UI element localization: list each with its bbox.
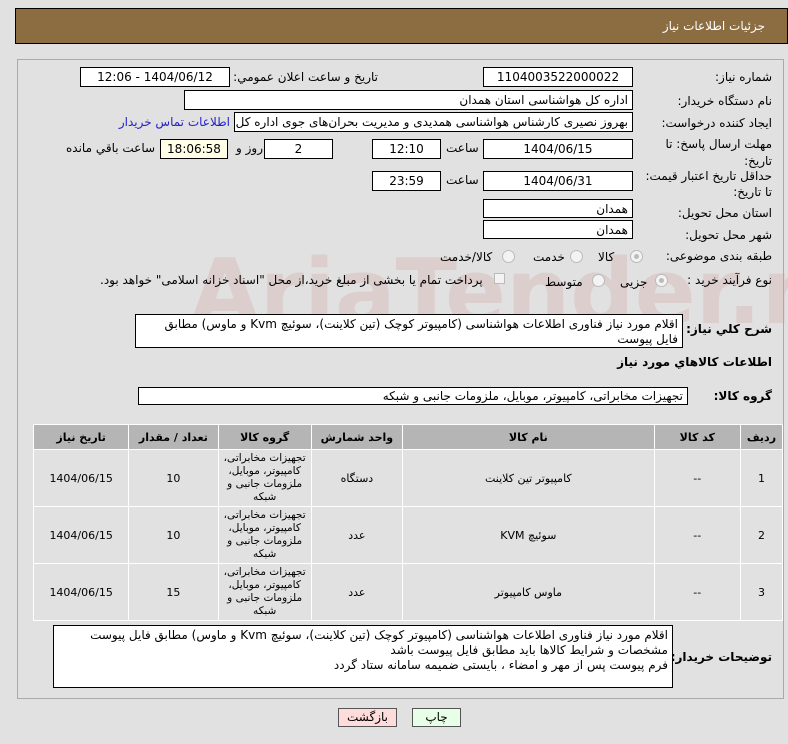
- city-field[interactable]: همدان: [483, 220, 633, 239]
- row-name: سوئیچ KVM: [402, 506, 655, 564]
- province-label: استان محل تحویل:: [677, 206, 772, 220]
- col-index: ردیف: [739, 424, 784, 450]
- page-header: جزئیات اطلاعات نیاز: [15, 8, 788, 44]
- announce-label: تاریخ و ساعت اعلان عمومي:: [233, 70, 378, 84]
- row-index: 3: [739, 563, 784, 621]
- row-date: 1404/06/15: [32, 506, 130, 564]
- category-label: طبقه بندی موضوعی:: [665, 249, 772, 263]
- announce-field[interactable]: 1404/06/12 - 12:06: [80, 67, 230, 87]
- process-label: نوع فرآیند خرید :: [687, 273, 772, 287]
- validity-time-label: ساعت: [446, 173, 479, 187]
- validity-time-field[interactable]: 23:59: [372, 171, 441, 191]
- goods-group-field[interactable]: تجهیزات مخابراتی، کامپیوتر، موبایل، ملزو…: [138, 387, 688, 405]
- table-row: 2 -- سوئیچ KVM عدد تجهیزات مخابراتی، کامپیوت…: [32, 506, 784, 564]
- row-index: 1: [739, 449, 784, 507]
- creator-label: ایجاد کننده درخواست:: [661, 116, 772, 130]
- row-unit: دستگاه: [310, 449, 404, 507]
- notes-line: فرم پیوست پس از مهر و امضاء ، بایستی ضمی…: [333, 658, 668, 672]
- goods-section-title: اطلاعات كالاهاي مورد نياز: [617, 355, 772, 369]
- contact-buyer-link[interactable]: اطلاعات تماس خریدار: [119, 115, 230, 129]
- remaining-time-field: 18:06:58: [160, 139, 228, 159]
- col-name: نام کالا: [402, 424, 655, 450]
- treasury-payment-checkbox[interactable]: [494, 273, 505, 284]
- deadline-label: مهلت ارسال پاسخ: تا تاریخ:: [665, 137, 772, 168]
- col-group: گروه کالا: [217, 424, 312, 450]
- buyer-org-label: نام دستگاه خریدار:: [677, 94, 773, 108]
- row-name: کامپیوتر تین کلاینت: [402, 449, 655, 507]
- need-number-field[interactable]: 1104003522000022: [483, 67, 633, 87]
- radio-process-medium[interactable]: [592, 274, 605, 287]
- row-qty: 10: [128, 506, 219, 564]
- description-textarea[interactable]: اقلام مورد نیاز فناوری اطلاعات هواشناسی …: [135, 314, 683, 348]
- deadline-time-label: ساعت: [446, 141, 479, 155]
- description-label: شرح كلي نياز:: [686, 322, 772, 336]
- row-code: --: [653, 563, 741, 621]
- radio-process-minor[interactable]: [655, 274, 668, 287]
- deadline-time-field[interactable]: 12:10: [372, 139, 441, 159]
- city-label: شهر محل تحویل:: [685, 228, 772, 242]
- goods-table: ردیف کد کالا نام کالا واحد شمارش گروه کا…: [32, 424, 784, 621]
- radio-category-both[interactable]: [502, 250, 515, 263]
- row-qty: 15: [128, 563, 219, 621]
- row-date: 1404/06/15: [32, 449, 130, 507]
- col-code: کد کالا: [653, 424, 741, 450]
- validity-label: حداقل تاریخ اعتبار قیمت: تا تاریخ:: [645, 169, 772, 199]
- category-goods-label: کالا: [598, 250, 615, 264]
- table-row: 3 -- ماوس کامپیوتر عدد تجهیزات مخابراتی، کام…: [32, 563, 784, 621]
- process-minor-label: جزیی: [620, 275, 648, 289]
- col-unit: واحد شمارش: [310, 424, 404, 450]
- radio-category-goods[interactable]: [630, 250, 643, 263]
- row-unit: عدد: [310, 563, 404, 621]
- col-qty: تعداد / مقدار: [128, 424, 219, 450]
- print-button[interactable]: چاپ: [412, 708, 461, 727]
- row-name: ماوس کامپیوتر: [402, 563, 655, 621]
- page-title: جزئیات اطلاعات نیاز: [662, 19, 765, 33]
- creator-field[interactable]: بهروز نصیری کارشناس هواشناسی همدیدی و مد…: [234, 112, 633, 132]
- category-service-label: خدمت: [533, 250, 565, 264]
- category-both-label: کالا/خدمت: [440, 250, 493, 264]
- need-number-label: شماره نیاز:: [715, 70, 772, 84]
- buyer-org-field[interactable]: اداره کل هواشناسی استان همدان: [184, 90, 633, 110]
- buyer-notes-textarea[interactable]: اقلام مورد نیاز فناوری اطلاعات هواشناسی …: [53, 625, 673, 688]
- row-qty: 10: [128, 449, 219, 507]
- table-row: 1 -- کامپیوتر تین کلاینت دستگاه تجهیزات مخاب…: [32, 449, 784, 507]
- deadline-date-field[interactable]: 1404/06/15: [483, 139, 633, 159]
- remaining-label: ساعت باقي مانده: [66, 141, 156, 155]
- payment-note: پرداخت تمام یا بخشی از مبلغ خرید،از محل …: [100, 273, 483, 287]
- row-unit: عدد: [310, 506, 404, 564]
- days-label: روز و: [236, 141, 263, 155]
- row-group: تجهیزات مخابراتی، کامپیوتر، موبایل، ملزو…: [217, 506, 312, 564]
- process-medium-label: متوسط: [545, 275, 583, 289]
- row-index: 2: [739, 506, 784, 564]
- days-field[interactable]: 2: [264, 139, 333, 159]
- col-date: تاریخ نیاز: [32, 424, 130, 450]
- radio-category-service[interactable]: [570, 250, 583, 263]
- back-button[interactable]: بازگشت: [338, 708, 397, 727]
- notes-label: توضیحات خریدار:: [670, 650, 772, 664]
- province-field[interactable]: همدان: [483, 199, 633, 218]
- row-code: --: [653, 449, 741, 507]
- validity-date-field[interactable]: 1404/06/31: [483, 171, 633, 191]
- notes-line: اقلام مورد نیاز فناوری اطلاعات هواشناسی …: [90, 628, 668, 642]
- row-group: تجهیزات مخابراتی، کامپیوتر، موبایل، ملزو…: [217, 563, 312, 621]
- row-date: 1404/06/15: [32, 563, 130, 621]
- row-group: تجهیزات مخابراتی، کامپیوتر، موبایل، ملزو…: [217, 449, 312, 507]
- row-code: --: [653, 506, 741, 564]
- notes-line: مشخصات و شرایط کالاها باید مطابق فایل پی…: [390, 643, 668, 657]
- goods-group-label: گروه کالا:: [713, 389, 772, 403]
